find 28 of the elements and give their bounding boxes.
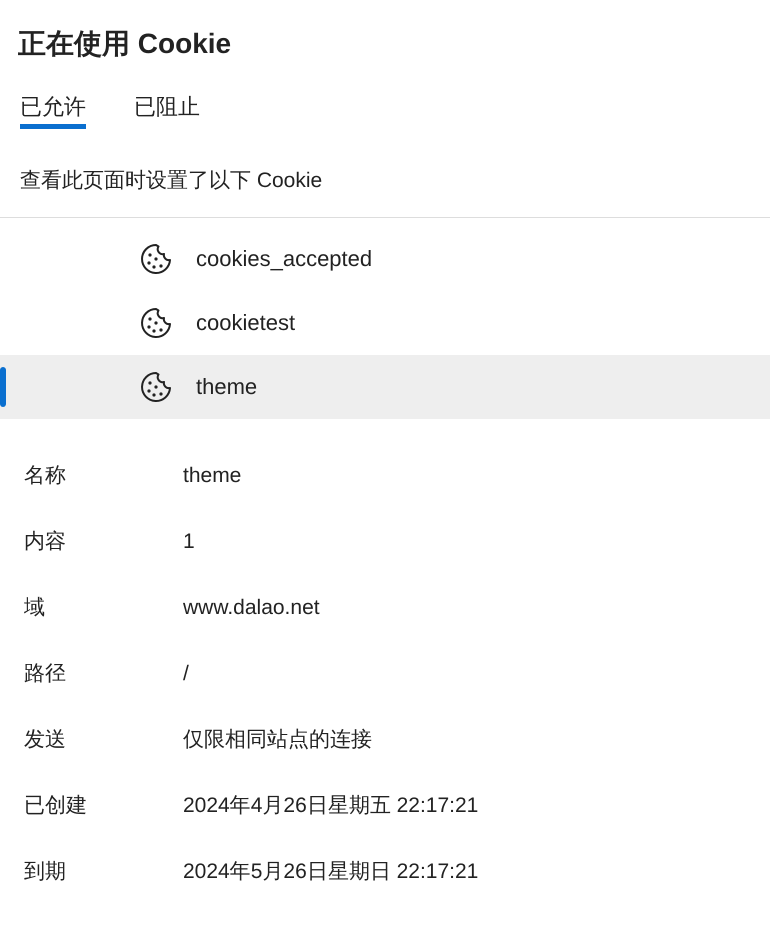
cookie-name: cookietest bbox=[196, 310, 296, 336]
detail-label: 已创建 bbox=[24, 793, 87, 819]
tab[interactable]: 已阻止 bbox=[134, 92, 200, 129]
detail-value: theme bbox=[183, 463, 242, 489]
detail-value: 1 bbox=[183, 529, 195, 555]
selection-indicator bbox=[0, 367, 6, 407]
cookie-name: theme bbox=[196, 374, 258, 400]
cookie-list-item[interactable]: theme bbox=[0, 355, 770, 419]
cookie-icon bbox=[139, 306, 173, 340]
detail-label: 发送 bbox=[24, 727, 66, 753]
detail-value: 仅限相同站点的连接 bbox=[183, 727, 372, 753]
cookie-name: cookies_accepted bbox=[196, 246, 372, 272]
detail-label: 名称 bbox=[24, 463, 66, 489]
detail-value: / bbox=[183, 661, 189, 687]
cookie-list-item[interactable]: cookies_accepted bbox=[0, 227, 770, 291]
cookie-icon bbox=[139, 370, 173, 404]
detail-value: 2024年4月26日星期五 22:17:21 bbox=[183, 793, 478, 819]
description-text: 查看此页面时设置了以下 Cookie bbox=[20, 168, 324, 194]
cookie-list-item[interactable]: cookietest bbox=[0, 291, 770, 355]
detail-label: 到期 bbox=[24, 859, 66, 885]
detail-label: 域 bbox=[24, 595, 45, 621]
tab[interactable]: 已允许 bbox=[20, 92, 86, 129]
detail-label: 内容 bbox=[24, 529, 66, 555]
detail-value: 2024年5月26日星期日 22:17:21 bbox=[183, 859, 478, 885]
detail-value: www.dalao.net bbox=[183, 595, 320, 621]
cookie-icon bbox=[139, 242, 173, 276]
dialog-title: 正在使用 Cookie bbox=[17, 27, 232, 61]
detail-label: 路径 bbox=[24, 661, 66, 687]
